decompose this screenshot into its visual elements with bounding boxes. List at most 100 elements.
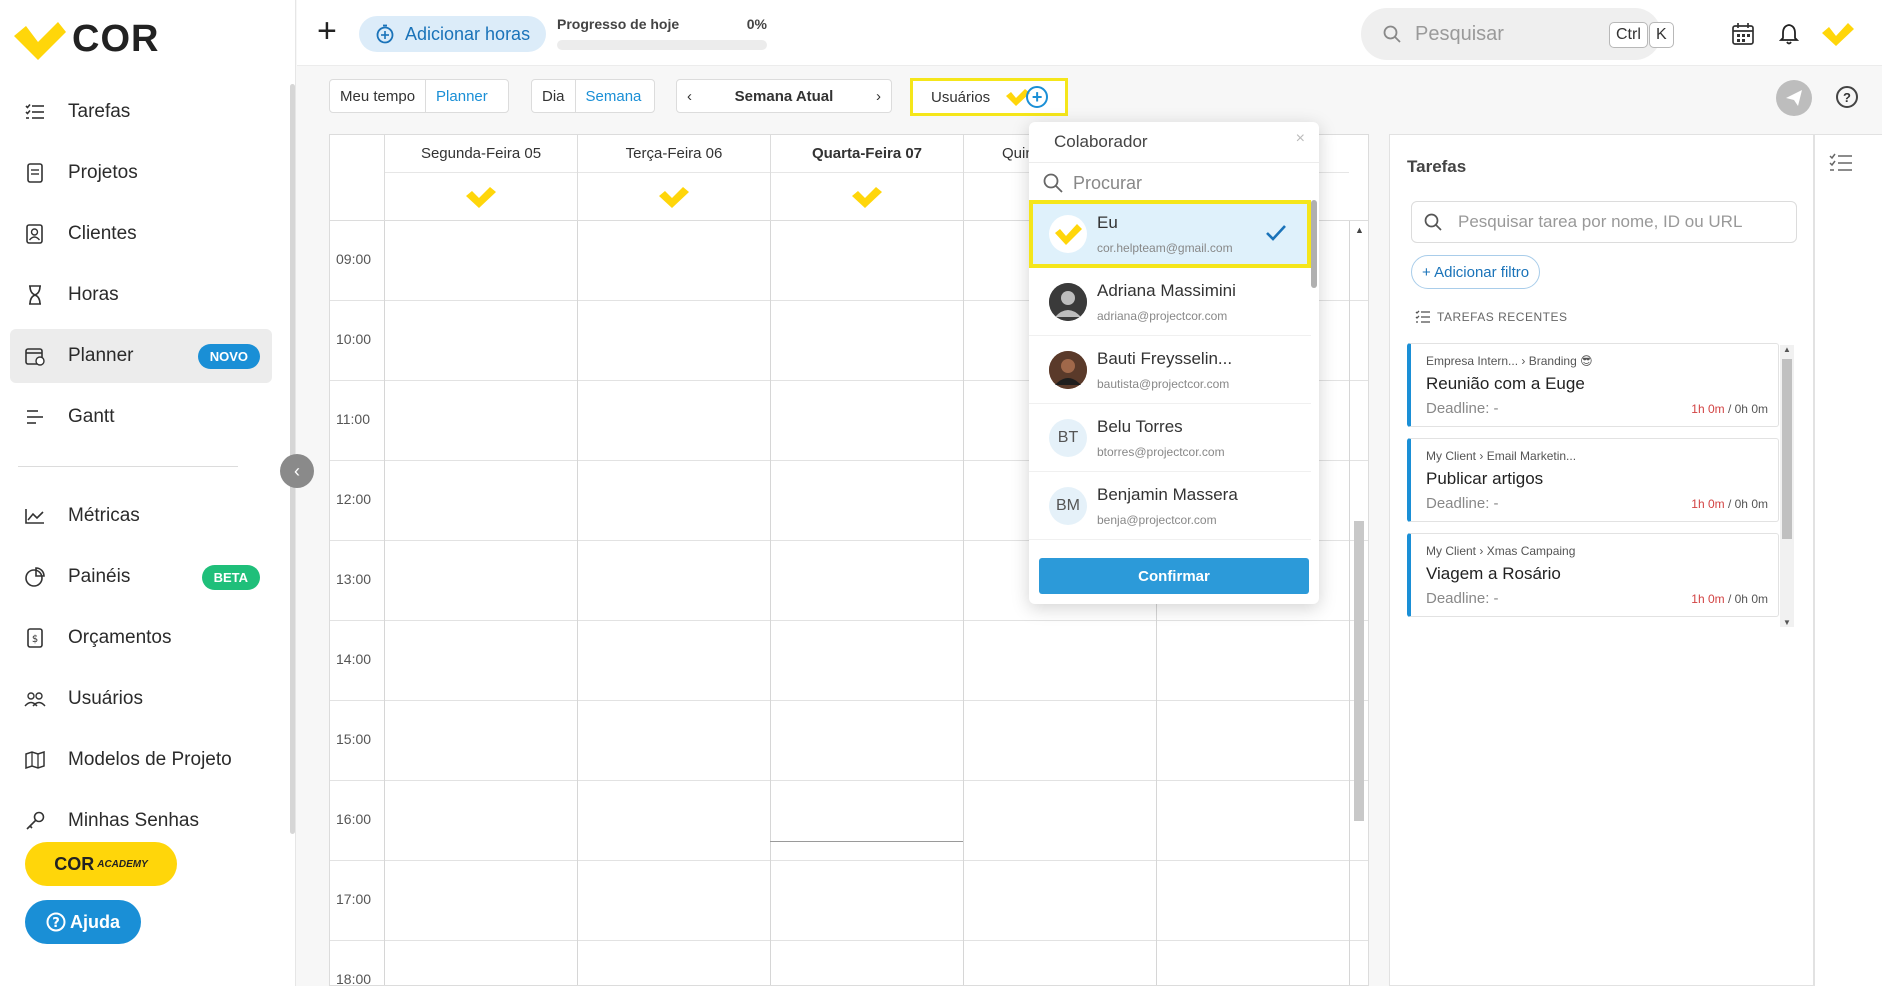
recent-tasks-scrollbar[interactable]: ▲ ▼ xyxy=(1780,345,1794,627)
task-time: 1h 0m / 0h 0m xyxy=(1691,592,1768,606)
search-icon xyxy=(1383,25,1401,43)
novo-badge: NOVO xyxy=(197,343,260,369)
task-title: Publicar artigos xyxy=(1426,469,1544,488)
today-progress: Progresso de hoje 0% xyxy=(557,16,767,50)
sidebar-item-label: Clientes xyxy=(68,223,137,244)
svg-text:$: $ xyxy=(32,634,38,645)
recent-tasks-label: TAREFAS RECENTES xyxy=(1437,310,1568,324)
scroll-thumb[interactable] xyxy=(1311,200,1317,288)
collaborator-option[interactable]: BM Benjamin Massera benja@projectcor.com xyxy=(1029,472,1311,540)
collapse-sidebar-button[interactable]: ‹ xyxy=(280,454,314,488)
chevron-left-icon[interactable]: ‹ xyxy=(677,88,702,105)
collaborator-email: bautista@projectcor.com xyxy=(1097,376,1230,391)
help-label: Ajuda xyxy=(69,911,120,932)
chevron-right-icon[interactable]: › xyxy=(866,88,891,105)
plus-icon[interactable]: + xyxy=(317,14,337,48)
day-column-header[interactable]: Segunda-Feira 05 xyxy=(384,135,577,221)
hourglass-icon xyxy=(24,284,46,306)
users-filter-button[interactable]: Usuários + xyxy=(910,78,1068,116)
task-time-spent: 1h 0m xyxy=(1691,497,1725,511)
sidebar-item-usuarios[interactable]: Usuários xyxy=(10,672,272,726)
time-slot-row[interactable]: 14:00 xyxy=(330,621,1368,701)
task-card[interactable]: My Client › Email Marketin... Publicar a… xyxy=(1407,438,1779,522)
collaborator-option[interactable]: BT Belu Torres btorres@projectcor.com xyxy=(1029,404,1311,472)
task-project: Email Marketin... xyxy=(1486,449,1577,463)
user-avatar[interactable] xyxy=(1821,20,1855,48)
stopwatch-icon xyxy=(376,24,394,44)
divider xyxy=(1029,162,1319,163)
sidebar-item-orcamentos[interactable]: $ Orçamentos xyxy=(10,611,272,665)
task-title: Reunião com a Euge xyxy=(1426,374,1585,393)
progress-label: Progresso de hoje xyxy=(557,16,680,32)
view-planner-button[interactable]: Planner xyxy=(426,88,498,105)
sidebar-item-projetos[interactable]: Projetos xyxy=(10,146,272,200)
sidebar-item-modelos-de-projeto[interactable]: Modelos de Projeto xyxy=(10,733,272,787)
range-semana-button[interactable]: Semana xyxy=(576,88,652,105)
task-title: Viagem a Rosário xyxy=(1426,564,1561,583)
task-search-input[interactable]: Pesquisar tarea por nome, ID ou URL xyxy=(1411,201,1797,243)
collaborator-name: Belu Torres xyxy=(1097,416,1183,436)
avatar: BM xyxy=(1049,486,1087,525)
collaborator-option[interactable]: Eu cor.helpteam@gmail.com xyxy=(1029,200,1311,268)
sidebar-item-paineis[interactable]: Painéis BETA xyxy=(10,550,272,604)
add-filter-button[interactable]: + Adicionar filtro xyxy=(1411,255,1541,289)
day-column-header[interactable]: Quarta-Feira 07 xyxy=(770,135,963,221)
help-icon[interactable]: ? xyxy=(1836,86,1858,108)
sidebar-item-horas[interactable]: Horas xyxy=(10,268,272,322)
sidebar-item-clientes[interactable]: Clientes xyxy=(10,207,272,261)
collaborator-search-input[interactable]: Procurar xyxy=(1043,166,1305,200)
task-search-placeholder: Pesquisar tarea por nome, ID ou URL xyxy=(1458,212,1743,231)
time-label: 10:00 xyxy=(336,331,372,347)
add-user-icon[interactable]: + xyxy=(1026,86,1049,108)
global-search-input[interactable]: Pesquisar Ctrl K xyxy=(1361,8,1674,60)
collaborator-list-scrollbar[interactable] xyxy=(1311,200,1317,552)
scroll-down-icon[interactable]: ▼ xyxy=(1783,618,1791,627)
document-icon xyxy=(24,162,46,184)
scroll-up-icon[interactable]: ▲ xyxy=(1355,225,1364,235)
time-label: 16:00 xyxy=(336,811,372,827)
time-slot-row[interactable]: 16:00 xyxy=(330,781,1368,861)
collaborator-option[interactable]: Bauti Freysselin... bautista@projectcor.… xyxy=(1029,336,1311,404)
task-card[interactable]: My Client › Xmas Campaing Viagem a Rosár… xyxy=(1407,533,1779,617)
bell-icon[interactable] xyxy=(1775,20,1803,48)
column-divider xyxy=(577,221,578,985)
week-label: Semana Atual xyxy=(734,87,834,105)
scroll-thumb[interactable] xyxy=(1782,359,1792,539)
scroll-up-icon[interactable]: ▲ xyxy=(1783,345,1791,354)
svg-text:?: ? xyxy=(52,916,60,931)
task-project: Xmas Campaing xyxy=(1486,544,1576,558)
calendar-scrollbar[interactable]: ▲ xyxy=(1350,221,1368,985)
add-hours-button[interactable]: Adicionar horas xyxy=(359,16,547,52)
view-meu-tempo-button[interactable]: Meu tempo xyxy=(330,88,425,105)
collaborator-search-placeholder: Procurar xyxy=(1073,172,1143,193)
help-button[interactable]: ? Ajuda xyxy=(25,900,141,944)
sidebar-item-minhas-senhas[interactable]: Minhas Senhas xyxy=(10,794,272,848)
time-slot-row[interactable]: 18:00 xyxy=(330,941,1368,985)
time-label: 13:00 xyxy=(336,571,372,587)
close-icon[interactable]: × xyxy=(1296,130,1305,148)
collaborator-email: benja@projectcor.com xyxy=(1097,512,1217,527)
range-dia-button[interactable]: Dia xyxy=(532,88,575,105)
sidebar-item-tarefas[interactable]: Tarefas xyxy=(10,85,272,139)
day-column-header[interactable]: Terça-Feira 06 xyxy=(577,135,770,221)
time-slot-row[interactable]: 15:00 xyxy=(330,701,1368,781)
send-button[interactable] xyxy=(1776,80,1812,116)
calendar-scroll-thumb[interactable] xyxy=(1354,521,1364,821)
cor-logo[interactable]: COR xyxy=(14,18,159,61)
collaborator-option[interactable]: Adriana Massimini adriana@projectcor.com xyxy=(1029,268,1311,336)
confirm-button[interactable]: Confirmar xyxy=(1039,558,1309,594)
task-card[interactable]: Empresa Intern... › Branding 😎 Reunião c… xyxy=(1407,343,1779,427)
cor-academy-button[interactable]: COR ACADEMY xyxy=(25,842,177,886)
checkmark-icon xyxy=(1266,225,1286,241)
task-list-icon[interactable] xyxy=(1829,153,1853,178)
budget-icon: $ xyxy=(24,627,46,649)
sidebar-item-metricas[interactable]: Métricas xyxy=(10,489,272,543)
calendar-icon[interactable] xyxy=(1729,20,1757,48)
week-navigator: ‹ Semana Atual › xyxy=(676,79,892,113)
sidebar-item-label: Planner xyxy=(68,345,134,366)
map-icon xyxy=(24,749,46,771)
time-slot-row[interactable]: 17:00 xyxy=(330,861,1368,941)
sidebar-item-planner[interactable]: Planner NOVO xyxy=(10,329,272,383)
sidebar-item-gantt[interactable]: Gantt xyxy=(10,390,272,444)
cor-check-icon xyxy=(659,187,689,208)
